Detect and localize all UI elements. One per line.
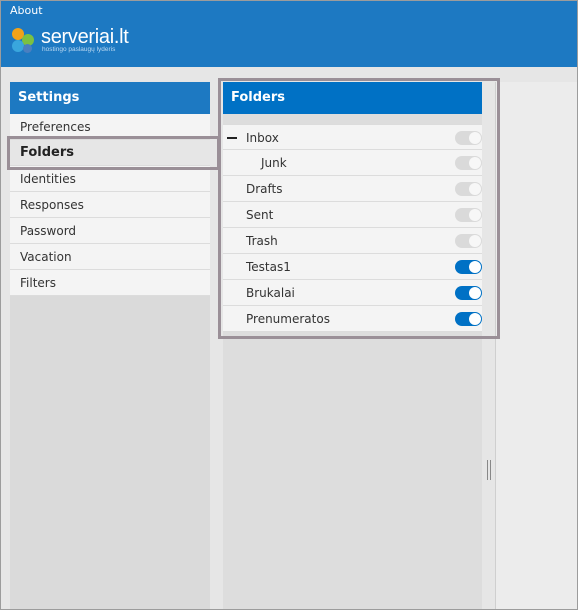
minus-icon[interactable]: [227, 137, 237, 139]
folder-label: Prenumeratos: [246, 312, 330, 326]
folder-label: Drafts: [246, 182, 283, 196]
folder-row-inbox[interactable]: Inbox: [223, 124, 482, 150]
folder-label: Brukalai: [246, 286, 295, 300]
subscribe-toggle-prenumeratos[interactable]: [455, 312, 482, 326]
drag-handle-icon[interactable]: [487, 460, 491, 480]
serveriai-logo[interactable]: serveriai.lt hostingo paslaugų lyderis: [10, 26, 140, 56]
folder-label: Sent: [246, 208, 274, 222]
folder-row-drafts[interactable]: Drafts: [223, 176, 482, 202]
folders-panel: Folders Inbox Junk Drafts Sent Trash Tes…: [223, 82, 482, 610]
subscribe-toggle-drafts[interactable]: [455, 182, 482, 196]
folder-label: Inbox: [246, 131, 279, 145]
settings-item-password[interactable]: Password: [10, 218, 210, 244]
top-header: About serveriai.lt hostingo paslaugų lyd…: [0, 0, 578, 67]
subscribe-toggle-sent[interactable]: [455, 208, 482, 222]
subscribe-toggle-testas1[interactable]: [455, 260, 482, 274]
settings-item-vacation[interactable]: Vacation: [10, 244, 210, 270]
folder-row-junk[interactable]: Junk: [223, 150, 482, 176]
folder-label: Trash: [246, 234, 278, 248]
about-link[interactable]: About: [10, 4, 43, 17]
settings-title: Settings: [10, 82, 210, 114]
folder-label: Testas1: [246, 260, 291, 274]
subscribe-toggle-junk[interactable]: [455, 156, 482, 170]
settings-item-filters[interactable]: Filters: [10, 270, 210, 296]
folder-row-trash[interactable]: Trash: [223, 228, 482, 254]
folder-details-area: [495, 82, 578, 610]
folder-row-sent[interactable]: Sent: [223, 202, 482, 228]
subscribe-toggle-inbox[interactable]: [455, 131, 482, 145]
subscribe-toggle-brukalai[interactable]: [455, 286, 482, 300]
folder-row-prenumeratos[interactable]: Prenumeratos: [223, 306, 482, 332]
logo-tagline: hostingo paslaugų lyderis: [42, 46, 116, 53]
settings-sidebar: Settings Preferences Folders Identities …: [10, 82, 210, 610]
subscribe-toggle-trash[interactable]: [455, 234, 482, 248]
settings-list: Preferences Folders Identities Responses…: [10, 114, 210, 296]
settings-item-identities[interactable]: Identities: [10, 166, 210, 192]
folder-list: Inbox Junk Drafts Sent Trash Testas1 Bru…: [223, 124, 482, 332]
folders-title: Folders: [223, 82, 482, 114]
settings-item-preferences[interactable]: Preferences: [10, 114, 210, 140]
logo-dots-icon: [10, 26, 40, 56]
panel-splitter[interactable]: [482, 82, 495, 610]
folder-row-brukalai[interactable]: Brukalai: [223, 280, 482, 306]
folder-label: Junk: [261, 156, 287, 170]
logo-name: serveriai.lt: [41, 26, 129, 48]
settings-item-responses[interactable]: Responses: [10, 192, 210, 218]
folder-row-testas1[interactable]: Testas1: [223, 254, 482, 280]
settings-item-folders[interactable]: Folders: [10, 140, 210, 166]
